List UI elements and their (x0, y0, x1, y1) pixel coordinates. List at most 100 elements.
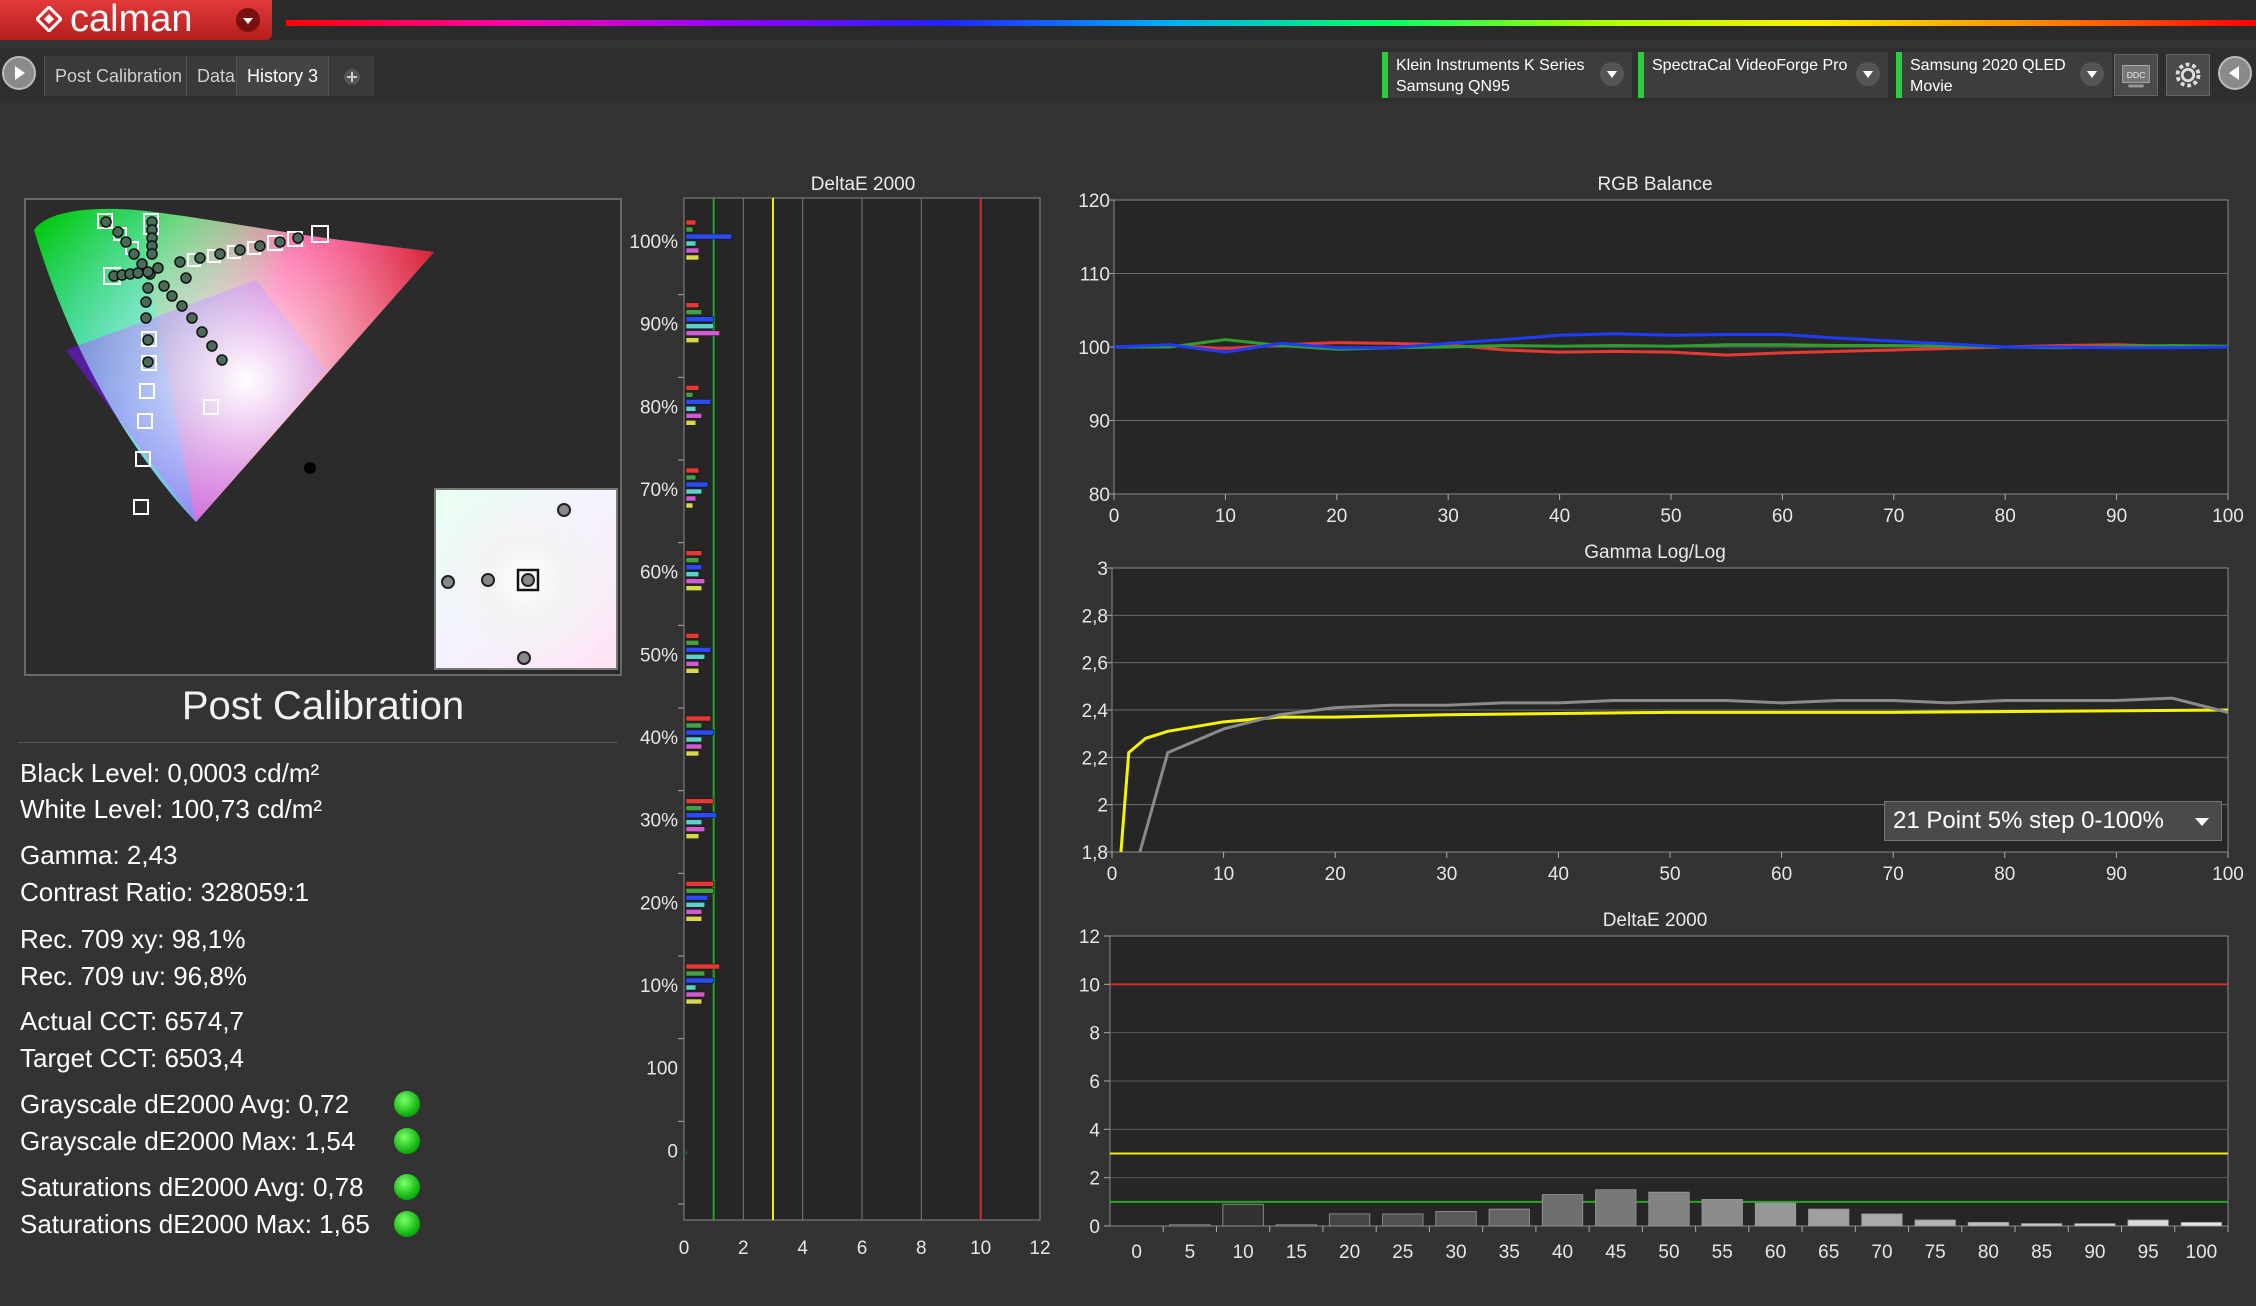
bar (685, 495, 697, 502)
x-tick-label: 0 (1107, 864, 1118, 885)
bar (685, 309, 703, 315)
x-tick-label: 8 (916, 1238, 927, 1259)
x-tick-label: 0 (679, 1238, 690, 1259)
x-tick-label: 10 (1213, 864, 1234, 885)
x-tick-label: 80 (1994, 864, 2015, 885)
y-tick-label: 10 (1079, 975, 1100, 996)
bar (1328, 1213, 1371, 1227)
x-tick-label: 90 (2106, 864, 2127, 885)
chevron-down-icon (2195, 818, 2209, 826)
bar (685, 385, 700, 391)
x-tick-label: 30 (1438, 506, 1459, 527)
y-tick-label: 30% (640, 811, 678, 832)
x-tick-label: 65 (1818, 1242, 1839, 1263)
x-tick-label: 30 (1436, 864, 1457, 885)
bar (685, 916, 703, 922)
bar (685, 240, 697, 247)
x-tick-label: 20 (1326, 506, 1347, 527)
x-tick-label: 70 (1871, 1242, 1892, 1263)
y-tick-label: 6 (1089, 1072, 1100, 1093)
y-tick-label: 80% (640, 397, 678, 418)
bar (1914, 1219, 1956, 1227)
x-tick-label: 20 (1339, 1242, 1360, 1263)
bar (685, 254, 700, 261)
x-tick-label: 50 (1659, 864, 1680, 885)
bar (685, 219, 697, 226)
bar (685, 578, 706, 584)
bar (1808, 1208, 1850, 1227)
x-tick-label: 90 (2084, 1242, 2105, 1263)
bar (685, 750, 700, 757)
bar (2074, 1223, 2116, 1227)
bar (1861, 1213, 1903, 1227)
bar (1382, 1213, 1424, 1227)
bar (1275, 1224, 1317, 1227)
bar (685, 977, 714, 984)
bar (685, 963, 720, 970)
y-tick-label: 8 (1089, 1024, 1100, 1045)
y-tick-label: 2,6 (1082, 654, 1108, 675)
y-tick-label: 0 (1089, 1217, 1100, 1238)
bar (685, 991, 706, 998)
bar (685, 323, 714, 329)
x-tick-label: 4 (797, 1238, 808, 1259)
x-tick-label: 35 (1499, 1242, 1520, 1263)
bar (685, 337, 700, 343)
bar (1541, 1194, 1584, 1227)
x-tick-label: 12 (1029, 1238, 1050, 1259)
bar (685, 474, 697, 481)
x-tick-label: 0 (1131, 1242, 1142, 1263)
bar (685, 585, 703, 591)
gamma-step-dropdown[interactable]: 21 Point 5% step 0-100% (1884, 801, 2222, 841)
bar (685, 715, 711, 722)
bar (685, 564, 703, 570)
bar (685, 909, 703, 915)
y-tick-label: 2 (1089, 1169, 1100, 1190)
y-tick-label: 100% (629, 232, 678, 253)
y-tick-label: 100 (1078, 338, 1110, 359)
x-tick-label: 50 (1658, 1242, 1679, 1263)
bar (2180, 1221, 2223, 1227)
bar (685, 316, 714, 322)
bar (685, 302, 700, 308)
bar (685, 998, 703, 1005)
bar (685, 812, 717, 818)
bar (685, 633, 700, 639)
y-tick-label: 90% (640, 315, 678, 336)
bar (685, 729, 714, 736)
bar (685, 826, 706, 832)
gamma-step-value: 21 Point 5% step 0-100% (1893, 807, 2164, 834)
bar (685, 557, 700, 563)
y-tick-label: 12 (1079, 927, 1100, 948)
bar (685, 413, 703, 419)
y-tick-label: 100 (646, 1059, 678, 1080)
bar (1754, 1202, 1797, 1227)
bar (685, 640, 700, 646)
x-tick-label: 100 (2212, 864, 2244, 885)
bar (685, 902, 706, 908)
bar (685, 881, 714, 887)
y-tick-label: 70% (640, 480, 678, 501)
bar (685, 654, 706, 660)
bar (685, 805, 703, 811)
bar (685, 970, 706, 977)
bar (685, 798, 714, 804)
y-tick-label: 80 (1089, 485, 1110, 506)
y-tick-label: 3 (1097, 559, 1108, 580)
x-tick-label: 45 (1605, 1242, 1626, 1263)
x-tick-label: 5 (1185, 1242, 1196, 1263)
bar (685, 420, 697, 426)
x-tick-label: 40 (1552, 1242, 1573, 1263)
bar (685, 467, 700, 474)
bar (685, 481, 708, 488)
y-tick-label: 40% (640, 728, 678, 749)
x-tick-label: 100 (2212, 506, 2244, 527)
y-tick-label: 50% (640, 645, 678, 666)
x-tick-label: 50 (1660, 506, 1681, 527)
bar (2021, 1223, 2063, 1227)
charts-canvas: 0 2 4 6 8 10 12 100% 90% 80% 70% 60% 50% 40% 30% 20% 10%… (629, 191, 2244, 1263)
bar (685, 330, 720, 336)
y-tick-label: 2,8 (1082, 606, 1108, 627)
bar (685, 399, 711, 405)
bar (1169, 1224, 1211, 1227)
